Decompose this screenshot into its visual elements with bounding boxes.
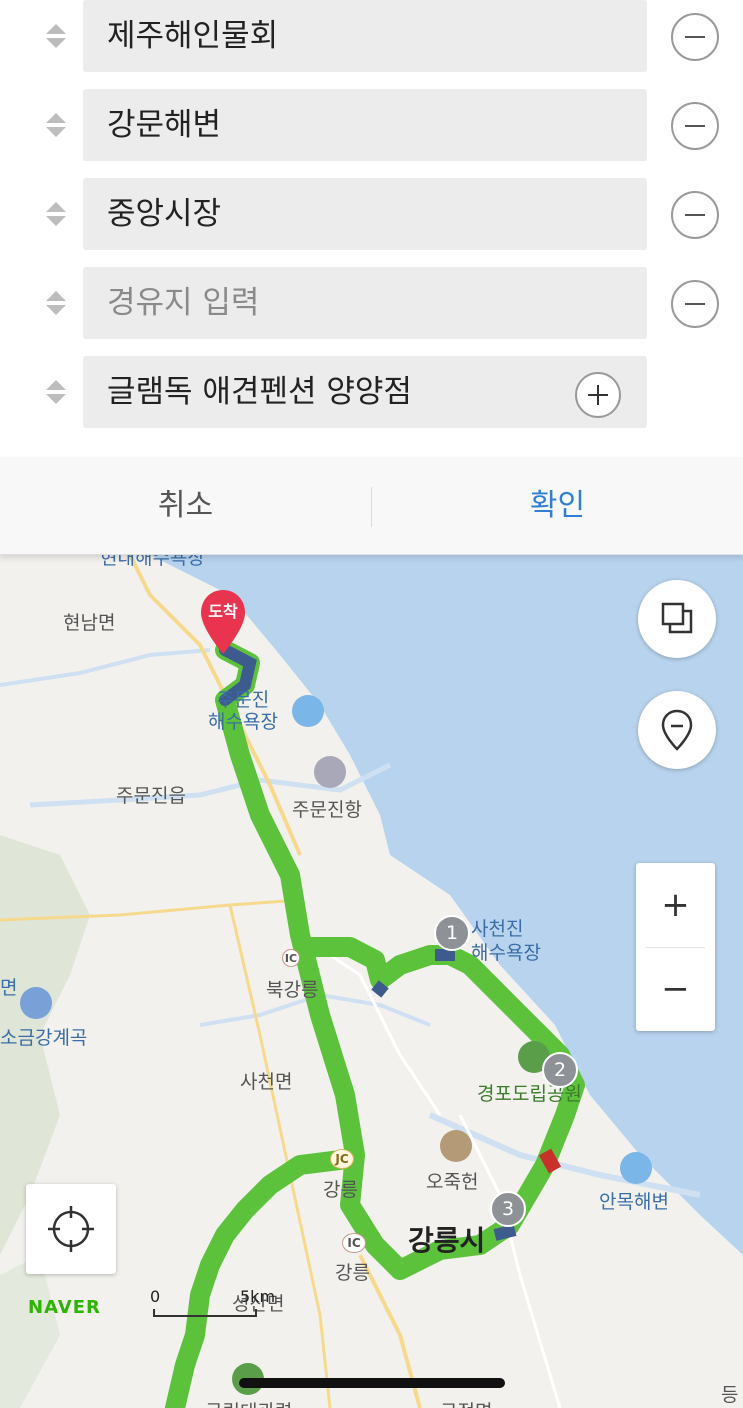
map-label: 강릉 [323,1179,358,1201]
place-button[interactable] [638,691,716,769]
destination-row: 글램독 애견펜션 양양점 [0,356,743,432]
map-label: 오죽헌 [426,1171,479,1193]
naver-logo: NAVER [28,1297,101,1318]
route-map[interactable]: 현대해수욕장 현남면 주문진 해수욕장 주문진읍 주문진항 사천진 해수욕장 I… [0,555,743,1408]
ferry-icon [314,756,346,788]
map-label: 사천면 [240,1071,293,1093]
ic-badge: IC [282,949,300,967]
zoom-in-button[interactable]: + [636,863,715,947]
map-label: 사천진 해수욕장 [471,918,541,964]
stop-marker[interactable]: 2 [542,1052,578,1088]
remove-waypoint-button[interactable] [671,191,719,239]
zoom-out-button[interactable]: − [636,947,715,1031]
landmark-icon [440,1130,472,1162]
reorder-handle-icon[interactable] [46,289,68,319]
add-waypoint-button[interactable] [575,372,621,418]
waypoint-field[interactable]: 중앙시장 [83,178,647,250]
terrain-shade [0,1255,60,1408]
cancel-button[interactable]: 취소 [0,457,371,555]
map-label: 주문진항 [292,799,362,821]
map-canvas [0,555,743,1408]
waypoint-row: 중앙시장 [0,178,743,254]
map-label: 면 [0,977,18,999]
location-pin-icon [661,709,693,751]
layer-toggle-button[interactable] [638,580,716,658]
map-label: 현남면 [63,612,116,634]
map-label: 주문진 해수욕장 [208,689,278,733]
city-label: 강릉시 [408,1224,486,1257]
stop-marker[interactable]: 3 [490,1191,526,1227]
map-label: 국립대관령 [205,1397,292,1408]
reorder-handle-icon[interactable] [46,22,68,52]
map-label: 현대해수욕장 [100,555,205,569]
action-bar: 취소 확인 [0,457,743,555]
remove-waypoint-button[interactable] [671,102,719,150]
map-label: 강릉 [335,1262,370,1284]
scale-bar: 0 5km [150,1287,275,1317]
map-label: 북강릉 [266,979,319,1001]
scale-line [153,1309,257,1317]
destination-pin-icon[interactable]: 도착 [199,588,247,658]
beach-icon [292,695,324,727]
crosshair-icon [48,1206,94,1252]
map-label: 등 [721,1384,739,1406]
reorder-handle-icon[interactable] [46,378,68,408]
waypoint-row: 제주해인물회 [0,0,743,76]
zoom-control: + − [636,863,715,1031]
scale-distance: 5km [240,1287,276,1306]
confirm-button[interactable]: 확인 [372,457,743,555]
home-indicator[interactable] [239,1378,505,1388]
reorder-handle-icon[interactable] [46,111,68,141]
stop-marker[interactable]: 1 [434,915,470,951]
slow-segment [493,1224,517,1241]
map-label: 소금강계곡 [0,1027,88,1049]
slow-segment [371,980,389,998]
waypoint-field[interactable]: 강문해변 [83,89,647,161]
river [0,648,211,687]
jc-badge: JC [330,1149,354,1169]
destination-field[interactable]: 글램독 애견펜션 양양점 [83,356,647,428]
map-label: 안목해변 [599,1191,669,1213]
waypoint-field[interactable]: 제주해인물회 [83,0,647,72]
reorder-handle-icon[interactable] [46,200,68,230]
map-label: 주문진읍 [116,785,186,807]
scale-zero: 0 [150,1287,161,1306]
remove-waypoint-button[interactable] [671,13,719,61]
layers-icon [661,602,693,634]
waypoint-row: 경유지 입력 [0,267,743,343]
map-label: 구정면 [440,1397,492,1408]
beach-icon [620,1152,652,1184]
park-icon [20,987,52,1019]
ic-badge: IC [342,1233,366,1253]
congestion-segment [538,1148,562,1174]
current-location-button[interactable] [26,1184,116,1274]
pin-label: 도착 [208,602,238,621]
waypoint-panel: 제주해인물회 강문해변 중앙시장 경유지 입력 글램독 애견펜션 양양점 [0,0,743,457]
waypoint-input[interactable]: 경유지 입력 [83,267,647,339]
remove-waypoint-button[interactable] [671,280,719,328]
waypoint-row: 강문해변 [0,89,743,165]
